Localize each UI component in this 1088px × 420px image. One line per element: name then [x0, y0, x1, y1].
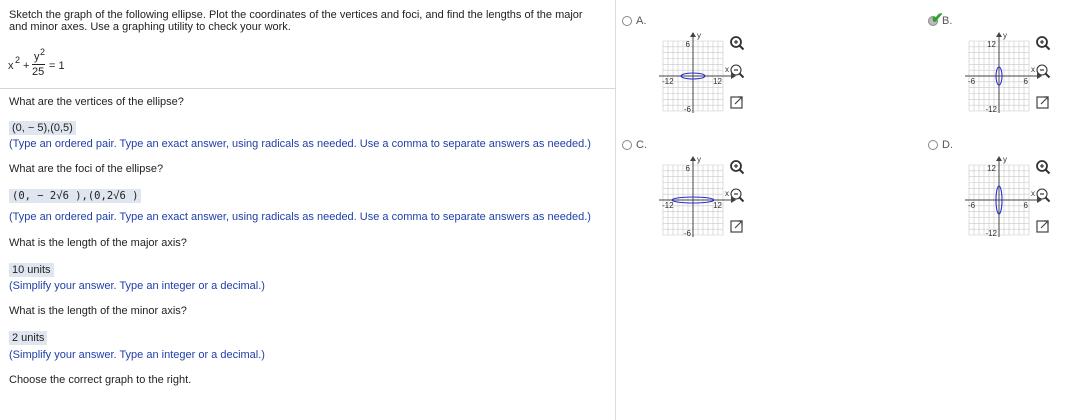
axis-label-y: y	[697, 31, 701, 40]
hint-minor-axis: (Simplify your answer. Type an integer o…	[9, 349, 265, 361]
option-letter: D.	[942, 139, 953, 151]
option-d: D. 12 -12 -6 6 x y	[928, 137, 1068, 252]
tick-right: 6	[1024, 77, 1029, 86]
tick-bottom: -12	[985, 105, 997, 114]
option-letter: C.	[636, 139, 647, 151]
tick-top: 12	[987, 40, 996, 49]
zoom-out-icon[interactable]	[729, 187, 745, 203]
eq-y: y	[34, 51, 40, 63]
option-radio-c[interactable]	[622, 140, 632, 150]
y-axis-arrow	[690, 32, 696, 37]
hint-major-axis: (Simplify your answer. Type an integer o…	[9, 280, 265, 292]
tick-right: 6	[1024, 201, 1029, 210]
tick-bottom: -6	[684, 229, 692, 238]
question-panel: Sketch the graph of the following ellips…	[0, 0, 616, 420]
tick-top: 12	[987, 164, 996, 173]
answer-vertices[interactable]: (0, − 5),(0,5)	[9, 121, 76, 135]
question-minor-axis: What is the length of the minor axis?	[9, 305, 187, 317]
eq-x-exp: 2	[15, 55, 21, 65]
tick-bottom: -12	[985, 229, 997, 238]
axis-label-y: y	[697, 155, 701, 164]
fraction-bar	[32, 64, 45, 65]
zoom-in-icon[interactable]	[729, 159, 745, 175]
expand-icon[interactable]	[1035, 218, 1051, 234]
zoom-in-icon[interactable]	[729, 35, 745, 51]
hint-vertices: (Type an ordered pair. Type an exact ans…	[9, 138, 591, 150]
expand-icon[interactable]	[729, 218, 745, 234]
question-vertices: What are the vertices of the ellipse?	[9, 96, 184, 108]
y-axis-arrow	[996, 32, 1002, 37]
divider	[0, 88, 616, 89]
option-radio-b[interactable]: ✔	[928, 10, 944, 27]
answer-minor-axis[interactable]: 2 units	[9, 331, 48, 345]
tick-right: 12	[713, 201, 722, 210]
tick-left: -12	[662, 201, 674, 210]
tick-top: 6	[686, 40, 691, 49]
option-radio-d[interactable]	[928, 140, 938, 150]
option-a: A. 6 -6 -12 12 x y	[622, 13, 762, 128]
option-b: ✔ B. 12 -12 -6 6 x y	[928, 10, 1068, 128]
eq-equals: = 1	[49, 60, 65, 72]
option-letter: A.	[636, 15, 647, 27]
instruction-text: Choose the correct graph to the right.	[9, 374, 192, 386]
problem-statement-line2: and minor axes. Use a graphing utility t…	[9, 21, 291, 33]
eq-x: x	[8, 60, 14, 72]
expand-icon[interactable]	[1035, 94, 1051, 110]
hint-foci: (Type an ordered pair. Type an exact ans…	[9, 211, 591, 223]
question-foci: What are the foci of the ellipse?	[9, 163, 164, 175]
option-c: C. 6 -6 -12 12 x y	[622, 137, 762, 252]
zoom-out-icon[interactable]	[729, 63, 745, 79]
tick-left: -6	[968, 77, 976, 86]
tick-left: -12	[662, 77, 674, 86]
tick-right: 12	[713, 77, 722, 86]
zoom-out-icon[interactable]	[1035, 187, 1051, 203]
option-letter: B.	[942, 15, 953, 27]
zoom-out-icon[interactable]	[1035, 63, 1051, 79]
eq-denominator: 25	[32, 66, 45, 78]
answer-foci[interactable]: (0, − 2√6 ),(0,2√6 )	[9, 189, 142, 203]
tick-left: -6	[968, 201, 976, 210]
answer-major-axis[interactable]: 10 units	[9, 263, 54, 277]
y-axis-arrow	[690, 156, 696, 161]
eq-y-exp: 2	[40, 47, 46, 57]
option-radio-a[interactable]	[622, 16, 632, 26]
y-axis-arrow	[996, 156, 1002, 161]
tick-bottom: -6	[684, 105, 692, 114]
axis-label-y: y	[1003, 31, 1007, 40]
expand-icon[interactable]	[729, 94, 745, 110]
ellipse-equation: x 2 + y 2 25 = 1	[8, 47, 88, 81]
zoom-in-icon[interactable]	[1035, 159, 1051, 175]
question-major-axis: What is the length of the major axis?	[9, 237, 187, 249]
eq-plus: +	[23, 60, 30, 72]
axis-label-y: y	[1003, 155, 1007, 164]
zoom-in-icon[interactable]	[1035, 35, 1051, 51]
tick-top: 6	[686, 164, 691, 173]
